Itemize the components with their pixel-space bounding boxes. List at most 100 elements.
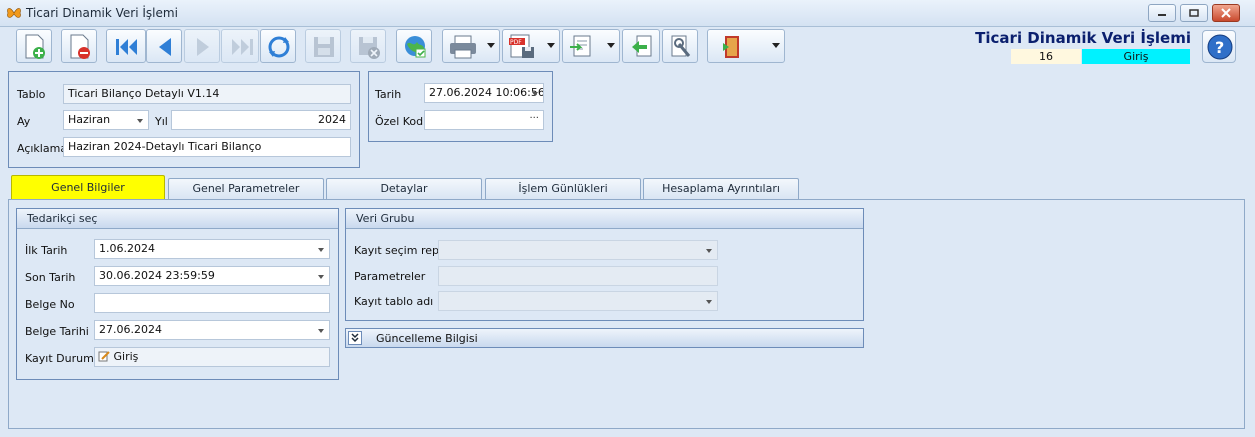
svg-text:PDF: PDF [510, 39, 522, 46]
new-document-icon [25, 34, 45, 59]
last-record-icon [232, 39, 253, 55]
previous-record-icon [159, 38, 171, 56]
ilk-tarih-value: 1.06.2024 [99, 242, 155, 255]
update-info-bar[interactable]: Güncelleme Bilgisi [345, 328, 864, 348]
ilk-tarih-select[interactable]: 1.06.2024 [94, 239, 330, 259]
ozel-kod-label: Özel Kod [375, 115, 424, 128]
tablo-field[interactable]: Ticari Bilanço Detaylı V1.14 [63, 84, 351, 104]
belge-no-field[interactable] [94, 293, 330, 313]
table-name-label: Kayıt tablo adı [354, 295, 434, 308]
tab-content: Tedarikçi seç İlk Tarih 1.06.2024 Son Ta… [8, 199, 1245, 429]
belge-tarihi-label: Belge Tarihi [25, 325, 89, 338]
publish-button[interactable] [396, 29, 432, 63]
yil-label: Yıl [155, 115, 168, 128]
ay-label: Ay [17, 115, 31, 128]
kayit-durumu-value: Giriş [113, 350, 139, 363]
page-heading: Ticari Dinamik Veri İşlemi [975, 29, 1191, 47]
ay-select[interactable]: Haziran [63, 110, 149, 130]
next-record-button[interactable] [184, 29, 220, 63]
import-button[interactable] [562, 29, 620, 63]
tab-islem-gunlukleri[interactable]: İşlem Günlükleri [485, 178, 641, 199]
last-record-button[interactable] [221, 29, 259, 63]
refresh-button[interactable] [260, 29, 296, 63]
tarih-value: 27.06.2024 10:06:56 [429, 86, 544, 99]
help-icon: ? [1207, 34, 1233, 60]
close-button[interactable] [1212, 4, 1240, 22]
edit-icon [98, 351, 110, 362]
minimize-button[interactable] [1148, 4, 1176, 22]
web-publish-icon [405, 36, 426, 58]
repo-label: Kayıt seçim repo [354, 244, 446, 257]
first-record-icon [116, 39, 137, 55]
yil-field[interactable]: 2024 [171, 110, 351, 130]
ellipsis-icon: ··· [529, 113, 539, 124]
expand-button[interactable] [348, 331, 362, 345]
back-button[interactable] [622, 29, 660, 63]
delete-button[interactable] [61, 29, 97, 63]
supplier-group-title: Tedarikçi seç [17, 209, 338, 229]
ozel-kod-field[interactable]: ··· [424, 110, 544, 130]
belge-tarihi-select[interactable]: 27.06.2024 [94, 320, 330, 340]
title-bar: Ticari Dinamik Veri İşlemi [0, 0, 1255, 27]
params-label: Parametreler [354, 270, 426, 283]
tab-detaylar[interactable]: Detaylar [326, 178, 482, 199]
tab-genel-bilgiler[interactable]: Genel Bilgiler [11, 175, 165, 200]
save-icon [314, 37, 334, 57]
maximize-button[interactable] [1180, 4, 1208, 22]
aciklama-field[interactable]: Haziran 2024-Detaylı Ticari Bilanço [63, 137, 351, 157]
chevron-double-down-icon [351, 333, 359, 343]
aciklama-label: Açıklama [17, 142, 68, 155]
svg-text:?: ? [1215, 38, 1224, 57]
kayit-durumu-field: Giriş [94, 347, 330, 367]
supplier-group: Tedarikçi seç İlk Tarih 1.06.2024 Son Ta… [16, 208, 339, 380]
tarih-select[interactable]: 27.06.2024 10:06:56 [424, 83, 544, 103]
repo-select[interactable] [438, 240, 718, 260]
tarih-label: Tarih [375, 88, 402, 101]
date-panel: Tarih 27.06.2024 10:06:56 Özel Kod ··· [368, 71, 553, 142]
pdf-export-button[interactable]: PDF [502, 29, 560, 63]
back-icon [632, 35, 652, 57]
data-group: Veri Grubu Kayıt seçim repo Parametreler… [345, 208, 864, 321]
restore-icon [1189, 9, 1199, 17]
close-icon [1221, 8, 1231, 18]
ilk-tarih-label: İlk Tarih [25, 244, 68, 257]
help-button[interactable]: ? [1202, 30, 1236, 63]
next-record-icon [197, 38, 209, 56]
tools-icon [671, 35, 691, 57]
main-form-panel: Tablo Ticari Bilanço Detaylı V1.14 Ay Ha… [8, 71, 360, 168]
print-button[interactable] [442, 29, 500, 63]
window-title: Ticari Dinamik Veri İşlemi [26, 6, 178, 20]
save-button[interactable] [305, 29, 341, 63]
tab-genel-parametreler[interactable]: Genel Parametreler [168, 178, 324, 199]
exit-icon [715, 36, 739, 58]
ay-value: Haziran [68, 113, 111, 126]
new-button[interactable] [16, 29, 52, 63]
belge-tarihi-value: 27.06.2024 [99, 323, 162, 336]
kayit-durumu-label: Kayıt Durumu [25, 352, 101, 365]
record-count: 16 [1011, 49, 1081, 64]
tools-button[interactable] [662, 29, 698, 63]
tablo-label: Tablo [17, 88, 46, 101]
print-icon [450, 35, 476, 59]
import-icon [570, 35, 591, 57]
butterfly-icon [7, 8, 21, 18]
save-close-icon [359, 37, 380, 59]
son-tarih-value: 30.06.2024 23:59:59 [99, 269, 215, 282]
refresh-icon [268, 36, 290, 58]
data-group-title: Veri Grubu [346, 209, 863, 229]
pdf-export-icon: PDF [509, 34, 534, 58]
save-close-button[interactable] [350, 29, 386, 63]
params-field[interactable] [438, 266, 718, 286]
tab-hesaplama-ayrintilari[interactable]: Hesaplama Ayrıntıları [643, 178, 799, 199]
belge-no-label: Belge No [25, 298, 75, 311]
son-tarih-select[interactable]: 30.06.2024 23:59:59 [94, 266, 330, 286]
delete-document-icon [70, 34, 90, 59]
status-badge: Giriş [1082, 49, 1190, 64]
son-tarih-label: Son Tarih [25, 271, 76, 284]
update-info-label: Güncelleme Bilgisi [376, 332, 478, 345]
exit-button[interactable] [707, 29, 785, 63]
first-record-button[interactable] [106, 29, 146, 63]
minimize-icon [1158, 14, 1166, 16]
table-name-select[interactable] [438, 291, 718, 311]
previous-record-button[interactable] [146, 29, 182, 63]
